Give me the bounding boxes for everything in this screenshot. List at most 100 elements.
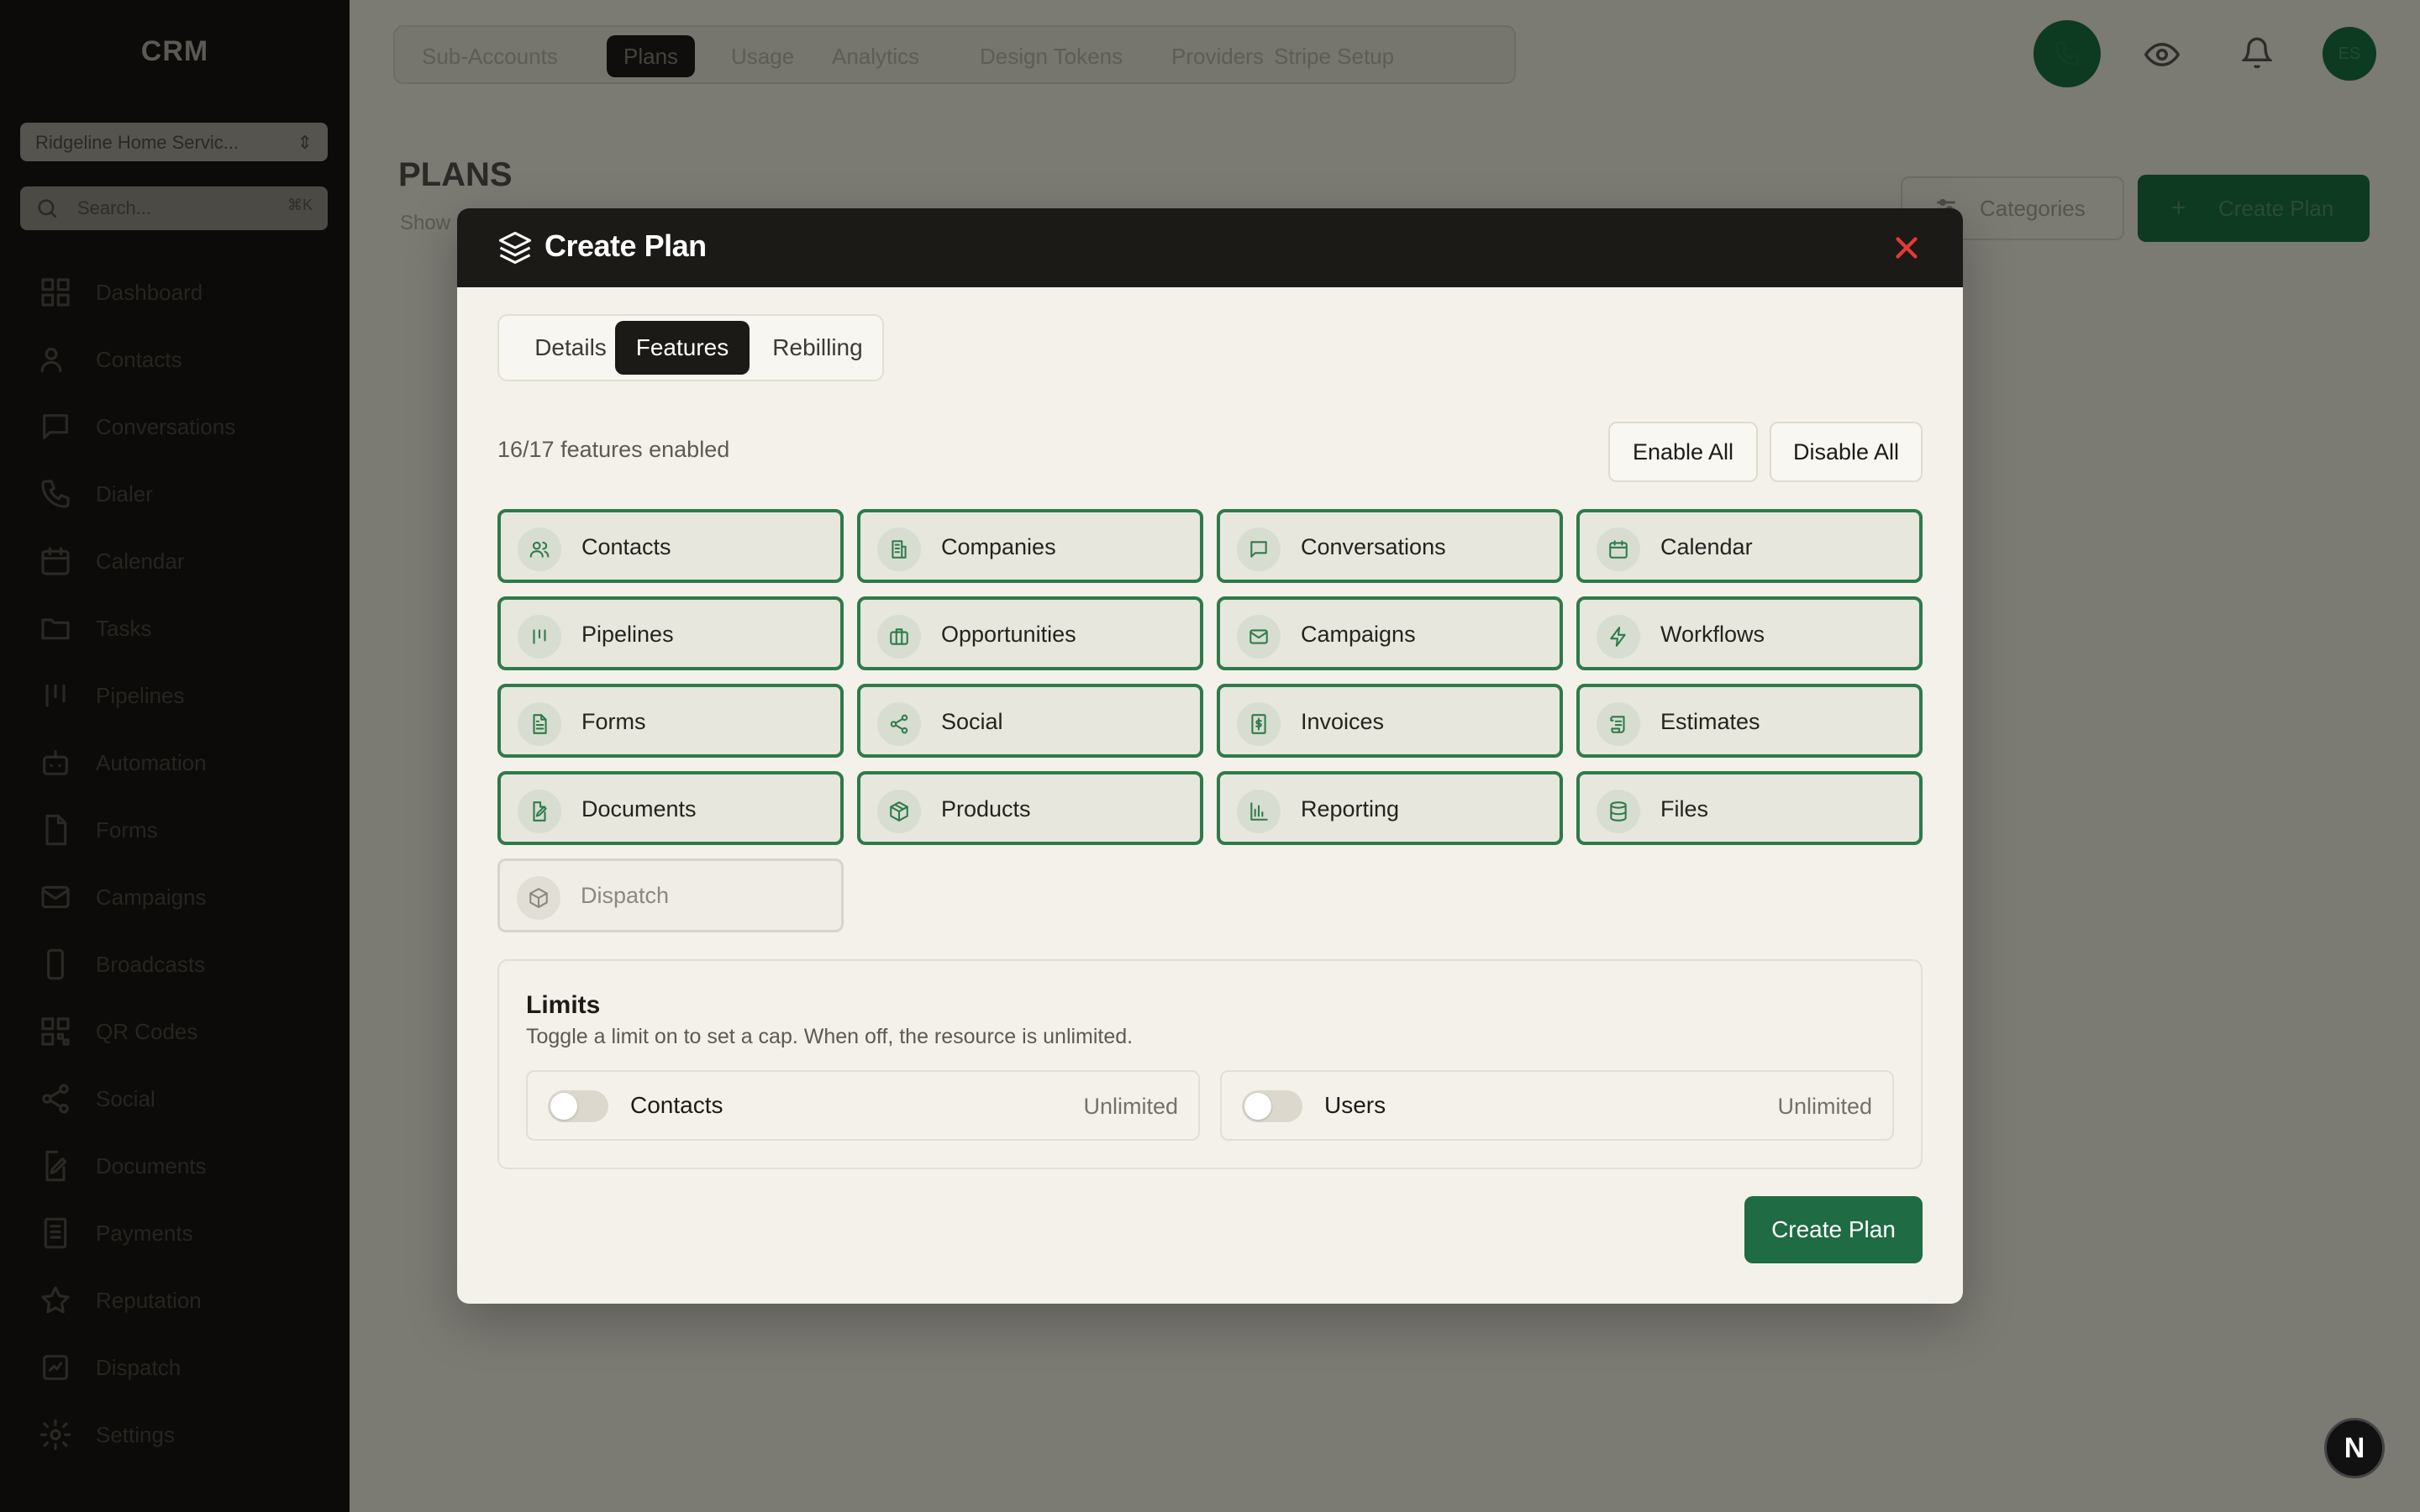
- account-select[interactable]: Ridgeline Home Servic... ⇕: [20, 123, 328, 161]
- sidebar-item-label: Documents: [96, 1152, 207, 1179]
- topnav-tab-stripe-setup[interactable]: Stripe Setup: [1257, 35, 1411, 77]
- feature-toggle-workflows[interactable]: Workflows: [1576, 596, 1923, 670]
- topnav-tab-design-tokens[interactable]: Design Tokens: [963, 35, 1139, 77]
- topnav-tab-plans[interactable]: Plans: [607, 35, 696, 77]
- modal-title: Create Plan: [544, 228, 707, 263]
- sidebar-item-dialer[interactable]: Dialer: [39, 460, 235, 528]
- feature-toggle-documents[interactable]: Documents: [497, 771, 844, 845]
- enable-all-button[interactable]: Enable All: [1608, 422, 1758, 482]
- sidebar-item-qr-codes[interactable]: QR Codes: [39, 998, 235, 1065]
- feature-toggle-contacts[interactable]: Contacts: [497, 509, 844, 583]
- sidebar-item-label: Social: [96, 1085, 155, 1111]
- feature-toggle-dispatch[interactable]: Dispatch: [497, 858, 844, 932]
- scroll-icon: [1610, 716, 1625, 733]
- call-button[interactable]: [2033, 20, 2101, 87]
- limit-users-toggle[interactable]: [1242, 1090, 1302, 1122]
- feature-label: Reporting: [1301, 796, 1400, 822]
- tab-details[interactable]: Details: [511, 321, 630, 375]
- topnav-tab-usage[interactable]: Usage: [714, 35, 811, 77]
- sidebar-item-conversations[interactable]: Conversations: [39, 393, 235, 460]
- feature-label: Social: [941, 709, 1003, 734]
- sidebar-item-campaigns[interactable]: Campaigns: [39, 864, 235, 931]
- feature-icon-badge: [1597, 528, 1640, 571]
- feature-toggle-campaigns[interactable]: Campaigns: [1217, 596, 1563, 670]
- feature-toggle-companies[interactable]: Companies: [857, 509, 1203, 583]
- dispatch-icon: [43, 1355, 68, 1380]
- layers-icon: [498, 231, 532, 265]
- create-plan-bg-button[interactable]: + Create Plan: [2138, 175, 2370, 242]
- sidebar-item-forms[interactable]: Forms: [39, 796, 235, 864]
- sidebar-item-label: Broadcasts: [96, 951, 206, 977]
- pipelines-icon: [45, 684, 66, 707]
- sidebar: CRM Ridgeline Home Servic... ⇕ Search...…: [0, 0, 350, 1512]
- feature-icon-badge: [877, 702, 921, 746]
- sidebar-item-reputation[interactable]: Reputation: [39, 1267, 235, 1334]
- forms-icon: [45, 814, 67, 846]
- feature-toggle-products[interactable]: Products: [857, 771, 1203, 845]
- share-icon: [890, 714, 908, 734]
- sidebar-item-automation[interactable]: Automation: [39, 729, 235, 796]
- briefcase-icon: [890, 628, 908, 645]
- bell-icon[interactable]: [2240, 35, 2274, 71]
- topnav-tab-analytics[interactable]: Analytics: [815, 35, 936, 77]
- feature-toggle-forms[interactable]: Forms: [497, 684, 844, 758]
- plus-icon: +: [2171, 194, 2186, 222]
- sidebar-search-input[interactable]: Search... ⌘K: [20, 186, 328, 230]
- toggle-knob: [1244, 1093, 1271, 1120]
- sidebar-item-settings[interactable]: Settings: [39, 1401, 235, 1468]
- sidebar-item-broadcasts[interactable]: Broadcasts: [39, 931, 235, 998]
- database-icon: [1610, 801, 1627, 822]
- sidebar-item-documents[interactable]: Documents: [39, 1132, 235, 1200]
- modal-header: Create Plan: [457, 208, 1963, 287]
- pipeline-icon: [533, 629, 546, 644]
- avatar[interactable]: ES: [2323, 27, 2376, 81]
- feature-icon-badge: [877, 528, 921, 571]
- topnav-tab-sub-accounts[interactable]: Sub-Accounts: [405, 35, 575, 77]
- star-icon: [41, 1286, 70, 1314]
- create-plan-button[interactable]: Create Plan: [1744, 1196, 1923, 1263]
- limit-users: Users Unlimited: [1220, 1070, 1894, 1141]
- features-count: 16/17 features enabled: [497, 437, 730, 462]
- feature-toggle-opportunities[interactable]: Opportunities: [857, 596, 1203, 670]
- feature-toggle-invoices[interactable]: Invoices: [1217, 684, 1563, 758]
- feature-toggle-files[interactable]: Files: [1576, 771, 1923, 845]
- calendar-icon: [41, 547, 70, 575]
- eye-icon[interactable]: [2144, 37, 2180, 72]
- feature-label: Campaigns: [1301, 622, 1416, 647]
- sidebar-item-label: Automation: [96, 749, 207, 775]
- mail-icon: [41, 885, 70, 909]
- sidebar-item-calendar[interactable]: Calendar: [39, 528, 235, 595]
- sidebar-item-contacts[interactable]: Contacts: [39, 326, 235, 393]
- nextjs-badge-icon[interactable]: N: [2324, 1418, 2385, 1478]
- mobile-icon: [47, 948, 64, 980]
- feature-icon-badge: [518, 528, 561, 571]
- top-nav: Sub-Accounts Plans Usage Analytics Design To…: [393, 25, 1516, 84]
- calendar-icon: [1609, 540, 1628, 559]
- sidebar-item-label: Contacts: [96, 346, 182, 372]
- message-icon: [1250, 541, 1267, 558]
- feature-toggle-conversations[interactable]: Conversations: [1217, 509, 1563, 583]
- sidebar-item-social[interactable]: Social: [39, 1065, 235, 1132]
- sidebar-item-dashboard[interactable]: Dashboard: [39, 259, 235, 326]
- close-icon[interactable]: [1889, 230, 1924, 265]
- sidebar-item-dispatch[interactable]: Dispatch: [39, 1334, 235, 1401]
- phone-icon: [2054, 41, 2080, 66]
- feature-toggle-pipelines[interactable]: Pipelines: [497, 596, 844, 670]
- folder-icon: [41, 618, 70, 640]
- dashboard-icon: [41, 278, 70, 307]
- limit-contacts-label: Contacts: [630, 1092, 723, 1118]
- feature-toggle-reporting[interactable]: Reporting: [1217, 771, 1563, 845]
- tab-features[interactable]: Features: [615, 321, 750, 375]
- feature-toggle-estimates[interactable]: Estimates: [1576, 684, 1923, 758]
- feature-toggle-social[interactable]: Social: [857, 684, 1203, 758]
- feature-icon-badge: [1237, 702, 1281, 746]
- disable-all-button[interactable]: Disable All: [1770, 422, 1923, 482]
- feature-label: Companies: [941, 534, 1056, 559]
- sidebar-item-pipelines[interactable]: Pipelines: [39, 662, 235, 729]
- sidebar-item-payments[interactable]: Payments: [39, 1200, 235, 1267]
- feature-label: Estimates: [1660, 709, 1760, 734]
- sidebar-item-tasks[interactable]: Tasks: [39, 595, 235, 662]
- limit-contacts-toggle[interactable]: [548, 1090, 608, 1122]
- tab-rebilling[interactable]: Rebilling: [756, 321, 879, 375]
- feature-toggle-calendar[interactable]: Calendar: [1576, 509, 1923, 583]
